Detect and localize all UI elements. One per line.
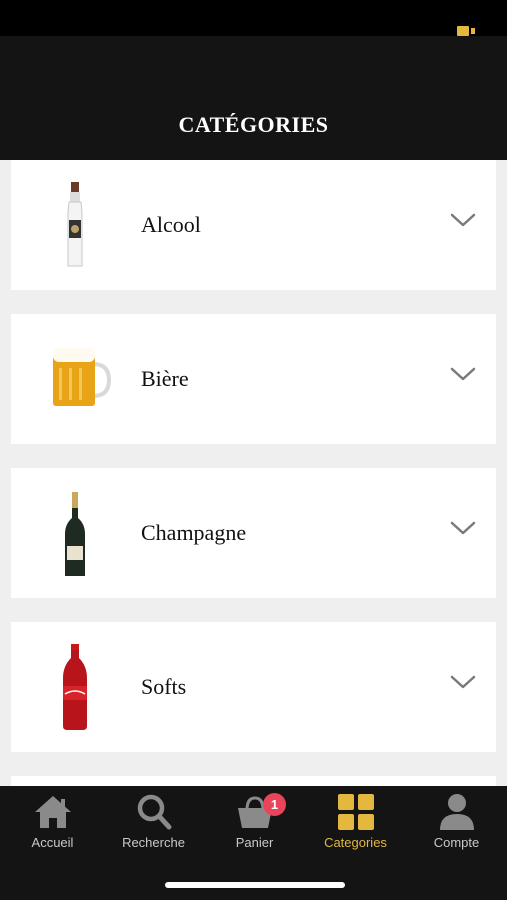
vodka-bottle-icon (67, 182, 83, 267)
chevron-down-icon[interactable] (450, 520, 476, 536)
cart-count-badge: 1 (263, 793, 286, 816)
page-title: CATÉGORIES (178, 112, 329, 137)
tab-label: Compte (433, 835, 480, 850)
app-header: CATÉGORIES (0, 36, 507, 160)
category-label: Bière (141, 366, 189, 391)
category-list: Alcool Bière Champagne Softs (0, 160, 507, 786)
category-label: Champagne (141, 520, 247, 545)
category-label: Softs (141, 674, 187, 699)
search-icon (137, 794, 172, 830)
category-card-partial[interactable] (11, 776, 496, 786)
tab-label: Accueil (31, 835, 74, 850)
bottom-tab-bar: Accueil Recherche 1 Panier Categories Co… (0, 786, 507, 900)
beer-mug-icon (53, 348, 111, 406)
category-card-alcool[interactable]: Alcool (11, 160, 496, 290)
chevron-down-icon[interactable] (450, 366, 476, 382)
category-card-softs[interactable]: Softs (11, 622, 496, 752)
tab-panier[interactable]: 1 Panier (204, 786, 305, 866)
tab-label: Recherche (122, 835, 185, 850)
status-bar (0, 0, 507, 36)
category-card-biere[interactable]: Bière (11, 314, 496, 444)
battery-icon (457, 26, 475, 36)
home-icon (35, 796, 71, 828)
tab-accueil[interactable]: Accueil (2, 786, 103, 866)
tab-categories[interactable]: Categories (305, 786, 406, 866)
chevron-down-icon[interactable] (450, 674, 476, 690)
champagne-bottle-icon (65, 492, 85, 576)
grid-icon (338, 794, 374, 830)
soda-bottle-icon (63, 644, 87, 730)
home-indicator (165, 882, 345, 888)
category-label: Alcool (141, 212, 201, 237)
category-card-champagne[interactable]: Champagne (11, 468, 496, 598)
tab-label: Panier (235, 835, 274, 850)
chevron-down-icon[interactable] (450, 212, 476, 228)
tab-compte[interactable]: Compte (406, 786, 507, 866)
user-icon (440, 794, 474, 830)
tab-label: Categories (324, 835, 387, 850)
tab-recherche[interactable]: Recherche (103, 786, 204, 866)
